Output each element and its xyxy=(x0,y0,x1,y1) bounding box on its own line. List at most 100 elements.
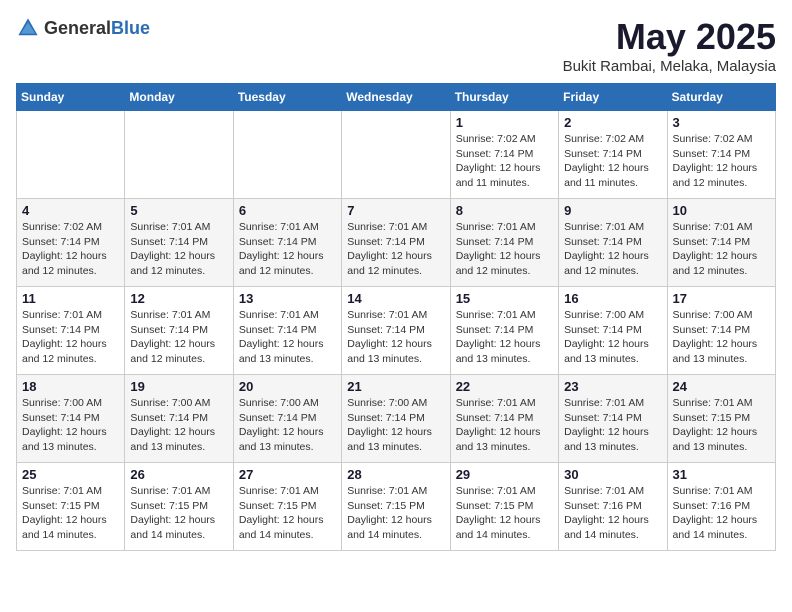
day-info: Sunrise: 7:01 AM Sunset: 7:14 PM Dayligh… xyxy=(564,396,661,455)
calendar-cell: 23 Sunrise: 7:01 AM Sunset: 7:14 PM Dayli… xyxy=(559,375,667,463)
logo-general: General xyxy=(44,18,111,38)
week-row-0: 1 Sunrise: 7:02 AM Sunset: 7:14 PM Daylig… xyxy=(17,111,776,199)
day-info: Sunrise: 7:01 AM Sunset: 7:15 PM Dayligh… xyxy=(456,484,553,543)
day-info: Sunrise: 7:01 AM Sunset: 7:15 PM Dayligh… xyxy=(22,484,119,543)
calendar-cell: 3 Sunrise: 7:02 AM Sunset: 7:14 PM Daylig… xyxy=(667,111,775,199)
day-info: Sunrise: 7:01 AM Sunset: 7:14 PM Dayligh… xyxy=(564,220,661,279)
day-number: 16 xyxy=(564,291,661,306)
calendar-cell: 14 Sunrise: 7:01 AM Sunset: 7:14 PM Dayli… xyxy=(342,287,450,375)
day-number: 3 xyxy=(673,115,770,130)
calendar-cell: 10 Sunrise: 7:01 AM Sunset: 7:14 PM Dayli… xyxy=(667,199,775,287)
calendar-cell xyxy=(342,111,450,199)
weekday-header-monday: Monday xyxy=(125,84,233,111)
calendar-cell: 29 Sunrise: 7:01 AM Sunset: 7:15 PM Dayli… xyxy=(450,463,558,551)
day-info: Sunrise: 7:01 AM Sunset: 7:16 PM Dayligh… xyxy=(564,484,661,543)
logo-blue: Blue xyxy=(111,18,150,38)
day-info: Sunrise: 7:01 AM Sunset: 7:14 PM Dayligh… xyxy=(456,308,553,367)
calendar-cell: 7 Sunrise: 7:01 AM Sunset: 7:14 PM Daylig… xyxy=(342,199,450,287)
day-number: 27 xyxy=(239,467,336,482)
day-info: Sunrise: 7:01 AM Sunset: 7:15 PM Dayligh… xyxy=(673,396,770,455)
day-number: 2 xyxy=(564,115,661,130)
day-info: Sunrise: 7:01 AM Sunset: 7:14 PM Dayligh… xyxy=(347,308,444,367)
day-number: 29 xyxy=(456,467,553,482)
day-info: Sunrise: 7:00 AM Sunset: 7:14 PM Dayligh… xyxy=(239,396,336,455)
calendar-cell xyxy=(233,111,341,199)
day-number: 28 xyxy=(347,467,444,482)
calendar-cell xyxy=(17,111,125,199)
location-subtitle: Bukit Rambai, Melaka, Malaysia xyxy=(563,58,776,75)
day-number: 18 xyxy=(22,379,119,394)
day-info: Sunrise: 7:01 AM Sunset: 7:14 PM Dayligh… xyxy=(673,220,770,279)
day-number: 10 xyxy=(673,203,770,218)
day-number: 8 xyxy=(456,203,553,218)
day-number: 6 xyxy=(239,203,336,218)
page-header: GeneralBlue May 2025 Bukit Rambai, Melak… xyxy=(16,16,776,75)
calendar-cell: 18 Sunrise: 7:00 AM Sunset: 7:14 PM Dayli… xyxy=(17,375,125,463)
day-number: 23 xyxy=(564,379,661,394)
day-info: Sunrise: 7:01 AM Sunset: 7:15 PM Dayligh… xyxy=(347,484,444,543)
logo: GeneralBlue xyxy=(16,16,150,40)
calendar-cell: 22Sunrise: 7:01 AM Sunset: 7:14 PM Dayli… xyxy=(450,375,558,463)
calendar-cell: 6 Sunrise: 7:01 AM Sunset: 7:14 PM Daylig… xyxy=(233,199,341,287)
calendar-cell: 19Sunrise: 7:00 AM Sunset: 7:14 PM Dayli… xyxy=(125,375,233,463)
day-number: 26 xyxy=(130,467,227,482)
weekday-header-sunday: Sunday xyxy=(17,84,125,111)
calendar-cell xyxy=(125,111,233,199)
day-info: Sunrise: 7:01 AM Sunset: 7:14 PM Dayligh… xyxy=(130,220,227,279)
title-block: May 2025 Bukit Rambai, Melaka, Malaysia xyxy=(563,16,776,75)
day-info: Sunrise: 7:02 AM Sunset: 7:14 PM Dayligh… xyxy=(456,132,553,191)
day-info: Sunrise: 7:01 AM Sunset: 7:14 PM Dayligh… xyxy=(456,220,553,279)
day-info: Sunrise: 7:01 AM Sunset: 7:14 PM Dayligh… xyxy=(239,308,336,367)
week-row-1: 4 Sunrise: 7:02 AM Sunset: 7:14 PM Daylig… xyxy=(17,199,776,287)
day-info: Sunrise: 7:00 AM Sunset: 7:14 PM Dayligh… xyxy=(564,308,661,367)
day-number: 11 xyxy=(22,291,119,306)
day-info: Sunrise: 7:00 AM Sunset: 7:14 PM Dayligh… xyxy=(22,396,119,455)
day-info: Sunrise: 7:01 AM Sunset: 7:14 PM Dayligh… xyxy=(22,308,119,367)
day-info: Sunrise: 7:02 AM Sunset: 7:14 PM Dayligh… xyxy=(673,132,770,191)
calendar-cell: 17 Sunrise: 7:00 AM Sunset: 7:14 PM Dayli… xyxy=(667,287,775,375)
day-info: Sunrise: 7:00 AM Sunset: 7:14 PM Dayligh… xyxy=(347,396,444,455)
logo-text: GeneralBlue xyxy=(44,18,150,39)
day-number: 20 xyxy=(239,379,336,394)
calendar-cell: 12Sunrise: 7:01 AM Sunset: 7:14 PM Dayli… xyxy=(125,287,233,375)
day-number: 14 xyxy=(347,291,444,306)
day-number: 13 xyxy=(239,291,336,306)
weekday-header-wednesday: Wednesday xyxy=(342,84,450,111)
day-number: 5 xyxy=(130,203,227,218)
calendar-cell: 21 Sunrise: 7:00 AM Sunset: 7:14 PM Dayli… xyxy=(342,375,450,463)
month-title: May 2025 xyxy=(563,16,776,58)
day-number: 7 xyxy=(347,203,444,218)
day-info: Sunrise: 7:02 AM Sunset: 7:14 PM Dayligh… xyxy=(22,220,119,279)
weekday-header-saturday: Saturday xyxy=(667,84,775,111)
calendar-cell: 11 Sunrise: 7:01 AM Sunset: 7:14 PM Dayli… xyxy=(17,287,125,375)
weekday-header-friday: Friday xyxy=(559,84,667,111)
day-info: Sunrise: 7:00 AM Sunset: 7:14 PM Dayligh… xyxy=(130,396,227,455)
day-info: Sunrise: 7:01 AM Sunset: 7:14 PM Dayligh… xyxy=(347,220,444,279)
day-number: 21 xyxy=(347,379,444,394)
calendar-cell: 30 Sunrise: 7:01 AM Sunset: 7:16 PM Dayli… xyxy=(559,463,667,551)
calendar-cell: 28 Sunrise: 7:01 AM Sunset: 7:15 PM Dayli… xyxy=(342,463,450,551)
day-number: 15 xyxy=(456,291,553,306)
day-number: 24 xyxy=(673,379,770,394)
calendar-cell: 2Sunrise: 7:02 AM Sunset: 7:14 PM Daylig… xyxy=(559,111,667,199)
calendar-table: SundayMondayTuesdayWednesdayThursdayFrid… xyxy=(16,83,776,551)
calendar-cell: 1 Sunrise: 7:02 AM Sunset: 7:14 PM Daylig… xyxy=(450,111,558,199)
calendar-cell: 24 Sunrise: 7:01 AM Sunset: 7:15 PM Dayli… xyxy=(667,375,775,463)
day-number: 31 xyxy=(673,467,770,482)
day-info: Sunrise: 7:01 AM Sunset: 7:14 PM Dayligh… xyxy=(456,396,553,455)
week-row-3: 18 Sunrise: 7:00 AM Sunset: 7:14 PM Dayli… xyxy=(17,375,776,463)
calendar-cell: 27 Sunrise: 7:01 AM Sunset: 7:15 PM Dayli… xyxy=(233,463,341,551)
day-info: Sunrise: 7:01 AM Sunset: 7:15 PM Dayligh… xyxy=(239,484,336,543)
day-number: 17 xyxy=(673,291,770,306)
calendar-cell: 15 Sunrise: 7:01 AM Sunset: 7:14 PM Dayli… xyxy=(450,287,558,375)
day-info: Sunrise: 7:01 AM Sunset: 7:14 PM Dayligh… xyxy=(239,220,336,279)
day-number: 4 xyxy=(22,203,119,218)
day-number: 30 xyxy=(564,467,661,482)
day-info: Sunrise: 7:00 AM Sunset: 7:14 PM Dayligh… xyxy=(673,308,770,367)
day-number: 1 xyxy=(456,115,553,130)
day-number: 25 xyxy=(22,467,119,482)
weekday-header-row: SundayMondayTuesdayWednesdayThursdayFrid… xyxy=(17,84,776,111)
week-row-4: 25 Sunrise: 7:01 AM Sunset: 7:15 PM Dayli… xyxy=(17,463,776,551)
calendar-cell: 26Sunrise: 7:01 AM Sunset: 7:15 PM Dayli… xyxy=(125,463,233,551)
calendar-cell: 25 Sunrise: 7:01 AM Sunset: 7:15 PM Dayli… xyxy=(17,463,125,551)
